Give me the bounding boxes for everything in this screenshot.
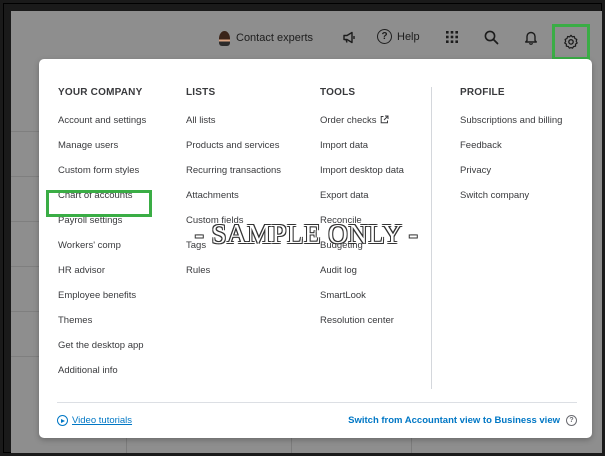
top-navigation-bar: Contact experts ? Help [11, 11, 602, 63]
menu-item-feedback[interactable]: Feedback [460, 139, 562, 164]
switch-view-label: Switch from Accountant view to Business … [348, 415, 560, 426]
menu-item-subscriptions-and-billing[interactable]: Subscriptions and billing [460, 114, 562, 139]
order-checks-label: Order checks [320, 115, 377, 126]
background-divider [11, 221, 41, 222]
profile-heading: PROFILE [460, 87, 505, 98]
chart-of-accounts-highlight [46, 190, 152, 217]
menu-item-import-data[interactable]: Import data [320, 139, 404, 164]
screenshot-frame: Contact experts ? Help YOUR COMPANY Acco… [3, 3, 602, 453]
menu-item-reconcile[interactable]: Reconcile [320, 214, 404, 239]
help-label: Help [397, 30, 420, 43]
your-company-column: YOUR COMPANY Account and settings Manage… [58, 87, 146, 389]
video-tutorials-label: Video tutorials [72, 415, 133, 426]
question-circle-icon[interactable]: ? [566, 415, 577, 426]
settings-dropdown-panel: YOUR COMPANY Account and settings Manage… [39, 59, 592, 438]
background-divider [11, 131, 41, 132]
menu-item-tags[interactable]: Tags [186, 239, 281, 264]
lists-column: LISTS All lists Products and services Re… [186, 87, 281, 289]
menu-item-order-checks[interactable]: Order checks [320, 114, 404, 139]
tools-column: TOOLS Order checks Import data Import de… [320, 87, 404, 339]
search-icon[interactable] [481, 27, 501, 47]
menu-item-budgeting[interactable]: Budgeting [320, 239, 404, 264]
menu-item-export-data[interactable]: Export data [320, 189, 404, 214]
help-icon: ? [377, 29, 392, 44]
menu-item-switch-company[interactable]: Switch company [460, 189, 562, 214]
menu-item-custom-fields[interactable]: Custom fields [186, 214, 281, 239]
menu-item-products-and-services[interactable]: Products and services [186, 139, 281, 164]
menu-item-account-and-settings[interactable]: Account and settings [58, 114, 146, 139]
menu-item-resolution-center[interactable]: Resolution center [320, 314, 404, 339]
play-circle-icon [57, 415, 68, 426]
menu-item-hr-advisor[interactable]: HR advisor [58, 264, 146, 289]
background-divider [11, 311, 41, 312]
menu-item-workers-comp[interactable]: Workers' comp [58, 239, 146, 264]
settings-gear-button[interactable] [552, 24, 590, 60]
menu-item-recurring-transactions[interactable]: Recurring transactions [186, 164, 281, 189]
menu-item-get-desktop-app[interactable]: Get the desktop app [58, 339, 146, 364]
help-button[interactable]: ? Help [377, 29, 420, 44]
background-divider [11, 176, 41, 177]
menu-item-payroll-settings[interactable]: Payroll settings [58, 214, 146, 239]
menu-item-all-lists[interactable]: All lists [186, 114, 281, 139]
your-company-heading: YOUR COMPANY [58, 87, 143, 98]
apps-grid-icon[interactable] [442, 27, 462, 47]
contact-experts-button[interactable]: Contact experts [219, 29, 313, 47]
menu-item-employee-benefits[interactable]: Employee benefits [58, 289, 146, 314]
expert-avatar-icon [219, 30, 230, 46]
menu-item-rules[interactable]: Rules [186, 264, 281, 289]
menu-item-themes[interactable]: Themes [58, 314, 146, 339]
lists-heading: LISTS [186, 87, 216, 98]
switch-view-link[interactable]: Switch from Accountant view to Business … [348, 415, 577, 426]
megaphone-icon[interactable] [339, 27, 359, 47]
app-window: Contact experts ? Help YOUR COMPANY Acco… [11, 11, 602, 453]
profile-column: PROFILE Subscriptions and billing Feedba… [460, 87, 562, 214]
tools-heading: TOOLS [320, 87, 356, 98]
footer-divider [57, 402, 577, 403]
column-divider [431, 87, 432, 389]
external-link-icon [380, 115, 389, 128]
menu-item-manage-users[interactable]: Manage users [58, 139, 146, 164]
bell-icon[interactable] [521, 27, 541, 47]
menu-item-privacy[interactable]: Privacy [460, 164, 562, 189]
menu-item-smartlook[interactable]: SmartLook [320, 289, 404, 314]
background-divider [11, 356, 41, 357]
menu-item-import-desktop-data[interactable]: Import desktop data [320, 164, 404, 189]
menu-item-additional-info[interactable]: Additional info [58, 364, 146, 389]
menu-item-attachments[interactable]: Attachments [186, 189, 281, 214]
background-divider [11, 266, 41, 267]
menu-item-audit-log[interactable]: Audit log [320, 264, 404, 289]
gear-icon [564, 34, 578, 49]
contact-experts-label: Contact experts [236, 32, 314, 44]
video-tutorials-link[interactable]: Video tutorials [57, 415, 132, 426]
menu-item-custom-form-styles[interactable]: Custom form styles [58, 164, 146, 189]
